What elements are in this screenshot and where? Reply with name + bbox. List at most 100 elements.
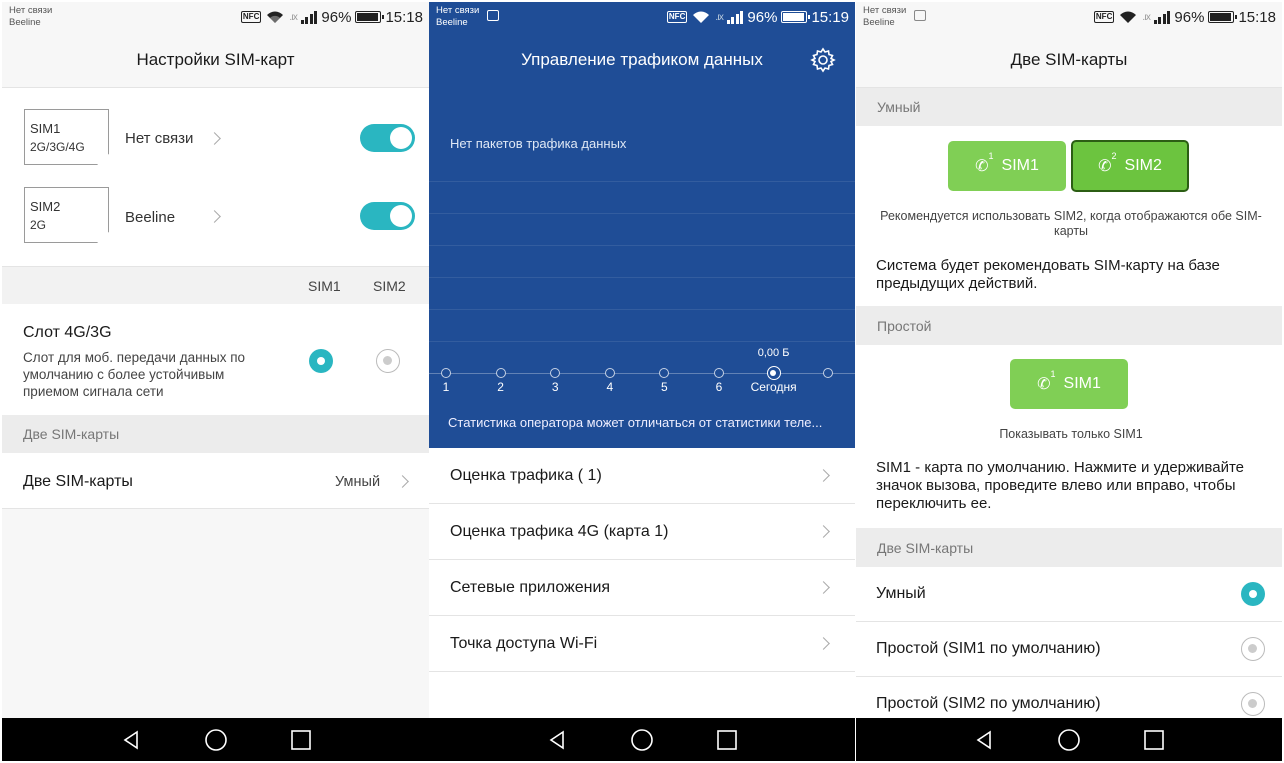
- chart-point: [659, 368, 670, 378]
- back-icon[interactable]: [120, 729, 142, 751]
- nfc-icon: NFC: [240, 11, 262, 23]
- carrier-sim1: Нет связи: [436, 5, 480, 16]
- data-traffic-screen: Нет связи Beeline NFC .ıx 96% 15:19 Упра…: [429, 2, 855, 761]
- menu-traffic-4g[interactable]: Оценка трафика 4G (карта 1): [429, 504, 855, 560]
- chart-x-label: 4: [606, 380, 614, 394]
- menu-network-apps[interactable]: Сетевые приложения: [429, 560, 855, 616]
- option-simple-sim2-radio[interactable]: [1241, 692, 1265, 716]
- dual-sim-row[interactable]: Две SIM-карты Умный: [2, 453, 429, 509]
- nfc-icon: NFC: [666, 11, 688, 23]
- slot-row[interactable]: Слот 4G/3G Слот для моб. передачи данных…: [2, 304, 429, 415]
- chart-point: [495, 368, 506, 378]
- sim-column-header: SIM1 SIM2: [2, 267, 429, 304]
- dual-sim-value: Умный: [335, 474, 381, 490]
- sim2-status[interactable]: Beeline: [125, 209, 175, 226]
- phone-icon: ✆2: [1098, 150, 1117, 175]
- page-title: Управление трафиком данных: [521, 50, 763, 69]
- carrier-sim2: Beeline: [863, 17, 895, 28]
- chart-x-label: 6: [715, 380, 723, 394]
- page-title: Две SIM-карты: [1010, 50, 1128, 69]
- slot-sim1-radio[interactable]: [309, 349, 333, 373]
- battery-percent: 96%: [747, 8, 778, 26]
- back-icon[interactable]: [546, 729, 568, 751]
- battery-icon: [355, 11, 385, 23]
- menu-wifi-hotspot[interactable]: Точка доступа Wi-Fi: [429, 616, 855, 672]
- battery-icon: [781, 11, 811, 23]
- option-simple-sim1-radio[interactable]: [1241, 637, 1265, 661]
- simple-panel: ✆1 SIM1 Показывать только SIM1 SIM1 - ка…: [856, 345, 1282, 528]
- sim1-toggle[interactable]: [360, 124, 415, 152]
- carrier-sim1: Нет связи: [863, 5, 907, 16]
- smart-sim2-button[interactable]: ✆2 SIM2: [1071, 140, 1189, 192]
- chart-value-label: 0,00 Б: [757, 347, 790, 359]
- chart-x-label: 1: [442, 380, 450, 394]
- gear-icon[interactable]: [810, 47, 836, 73]
- option-smart-radio[interactable]: [1241, 582, 1265, 606]
- navigation-bar: [429, 718, 855, 761]
- carrier-sim2: Beeline: [436, 17, 468, 28]
- option-smart[interactable]: Умный: [856, 567, 1282, 622]
- no-data-packages-text: Нет пакетов трафика данных: [450, 136, 627, 151]
- dual-sim-section-header: Две SIM-карты: [856, 528, 1282, 567]
- signal-icon: [726, 10, 744, 24]
- chevron-right-icon: [817, 525, 830, 538]
- back-icon[interactable]: [973, 729, 995, 751]
- sim1-chevron-icon[interactable]: [208, 132, 221, 145]
- sim1-type: 2G/3G/4G: [30, 140, 85, 154]
- simple-section-header: Простой: [856, 306, 1282, 345]
- clock: 15:19: [811, 8, 849, 26]
- battery-icon: [1208, 11, 1238, 23]
- smart-sim2-label: SIM2: [1124, 157, 1162, 174]
- sim2-chevron-icon[interactable]: [208, 210, 221, 223]
- smart-sim1-button[interactable]: ✆1 SIM1: [948, 141, 1066, 191]
- home-icon[interactable]: [204, 728, 228, 752]
- chart-x-label: 3: [551, 380, 559, 394]
- smart-hint: Рекомендуется использовать SIM2, когда о…: [880, 209, 1262, 238]
- status-bar: Нет связи Beeline NFC .ıx 96% 15:19: [429, 2, 855, 32]
- wifi-icon: [1120, 11, 1137, 23]
- signal-icon: [300, 10, 318, 24]
- smart-description: Система будет рекомендовать SIM-карту на…: [876, 257, 1220, 292]
- sim1-status[interactable]: Нет связи: [125, 130, 193, 147]
- home-icon[interactable]: [1057, 728, 1081, 752]
- home-icon[interactable]: [630, 728, 654, 752]
- operator-stat-note: Статистика оператора может отличаться от…: [448, 415, 823, 430]
- battery-percent: 96%: [321, 8, 352, 26]
- smart-section-header: Умный: [856, 88, 1282, 126]
- chevron-right-icon: [817, 637, 830, 650]
- slot-title: Слот 4G/3G: [23, 324, 112, 341]
- col-sim2: SIM2: [373, 278, 406, 294]
- chevron-right-icon: [817, 469, 830, 482]
- no-signal-icon: .ıx: [289, 11, 298, 23]
- sim1-card-icon: SIM1 2G/3G/4G: [24, 109, 109, 165]
- nfc-icon: NFC: [1093, 11, 1115, 23]
- simple-hint: Показывать только SIM1: [999, 427, 1143, 441]
- menu-traffic-estimate[interactable]: Оценка трафика ( 1): [429, 448, 855, 504]
- option-simple-sim1-label: Простой (SIM1 по умолчанию): [876, 640, 1101, 657]
- recents-icon[interactable]: [1143, 729, 1165, 751]
- traffic-chart-panel: Нет связи Beeline NFC .ıx 96% 15:19 Упра…: [429, 2, 855, 448]
- option-simple-sim1[interactable]: Простой (SIM1 по умолчанию): [856, 622, 1282, 677]
- recents-icon[interactable]: [716, 729, 738, 751]
- chart-x-label: 2: [497, 380, 504, 394]
- sim2-card-icon: SIM2 2G: [24, 187, 109, 243]
- recents-icon[interactable]: [290, 729, 312, 751]
- sim2-name: SIM2: [30, 199, 61, 214]
- sim-cards-panel: SIM1 2G/3G/4G Нет связи SIM2 2G Beeline: [2, 88, 429, 266]
- slot-sim2-radio[interactable]: [376, 349, 400, 373]
- dual-sim-chevron-icon: [396, 475, 409, 488]
- menu-traffic-4g-label: Оценка трафика 4G (карта 1): [450, 522, 669, 540]
- option-simple-sim2-label: Простой (SIM2 по умолчанию): [876, 695, 1101, 712]
- status-bar: Нет связи Beeline NFC .ıx 96% 15:18: [856, 2, 1282, 32]
- chart-x-label: 5: [661, 380, 668, 394]
- navigation-bar: [856, 718, 1282, 761]
- sim2-toggle[interactable]: [360, 202, 415, 230]
- chart-point: [823, 368, 834, 378]
- menu-network-apps-label: Сетевые приложения: [450, 578, 611, 596]
- carrier-sim2: Beeline: [9, 17, 41, 28]
- wifi-icon: [693, 11, 710, 23]
- chart-point: [441, 368, 451, 378]
- signal-icon: [1153, 10, 1171, 24]
- chart-point: [766, 366, 781, 380]
- simple-sim1-button[interactable]: ✆1 SIM1: [1010, 359, 1128, 409]
